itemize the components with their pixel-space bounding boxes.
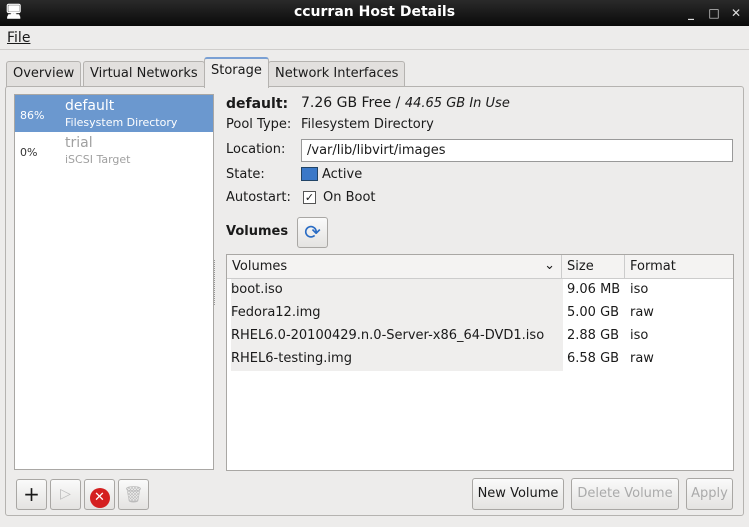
refresh-button[interactable]: ⟳ xyxy=(297,217,328,248)
tab-virtual-networks[interactable]: Virtual Networks xyxy=(83,61,205,87)
column-header-volumes[interactable]: Volumes ⌄ xyxy=(227,255,562,279)
pool-type: iSCSI Target xyxy=(65,153,131,166)
apply-button[interactable]: Apply xyxy=(686,478,733,510)
volume-name: boot.iso xyxy=(231,279,563,302)
state-value: Active xyxy=(322,167,363,182)
delete-pool-button[interactable]: 🗑 xyxy=(118,479,149,510)
tab-storage[interactable]: Storage xyxy=(204,57,269,88)
volume-name: RHEL6-testing.img xyxy=(231,348,563,371)
pool-name-label: default: xyxy=(226,96,289,112)
table-row[interactable]: boot.iso 9.06 MB iso xyxy=(227,279,733,302)
close-icon[interactable]: ✕ xyxy=(729,6,743,20)
add-pool-button[interactable]: + xyxy=(16,479,47,510)
plus-icon: + xyxy=(23,482,40,506)
pool-type-label: Pool Type: xyxy=(226,117,292,132)
pane-divider-handle[interactable] xyxy=(214,260,217,305)
autostart-label: Autostart: xyxy=(226,190,291,205)
volume-name: RHEL6.0-20100429.n.0-Server-x86_64-DVD1.… xyxy=(231,325,563,348)
pool-usage: 0% xyxy=(20,146,38,159)
refresh-icon: ⟳ xyxy=(304,220,321,244)
table-row[interactable]: Fedora12.img 5.00 GB raw xyxy=(227,302,733,325)
minimize-icon[interactable]: _ xyxy=(684,6,698,20)
volume-size: 2.88 GB xyxy=(567,328,620,343)
pool-item-default[interactable]: 86% default Filesystem Directory xyxy=(15,95,213,132)
stop-icon: ✕ xyxy=(89,488,110,508)
column-header-format[interactable]: Format xyxy=(625,255,733,279)
autostart-checkbox[interactable]: ✓ xyxy=(303,191,316,204)
volume-size: 5.00 GB xyxy=(567,305,620,320)
pool-type: Filesystem Directory xyxy=(65,116,178,129)
chevron-down-icon: ⌄ xyxy=(544,258,555,273)
volume-size: 6.58 GB xyxy=(567,351,620,366)
pool-item-trial[interactable]: 0% trial iSCSI Target xyxy=(15,132,213,169)
free-space: 7.26 GB Free xyxy=(301,95,392,111)
pool-summary: 7.26 GB Free / 44.65 GB In Use xyxy=(301,95,510,111)
maximize-icon[interactable]: □ xyxy=(707,6,721,20)
pool-type-value: Filesystem Directory xyxy=(301,117,434,132)
volumes-table: Volumes ⌄ Size Format boot.iso 9.06 MB iso F… xyxy=(226,254,734,471)
play-icon: ▷ xyxy=(60,486,71,502)
menu-bar: File xyxy=(0,26,749,50)
new-volume-button[interactable]: New Volume xyxy=(472,478,564,510)
volumes-heading: Volumes xyxy=(226,224,289,239)
volume-name: Fedora12.img xyxy=(231,302,563,325)
state-active-icon xyxy=(301,167,318,181)
table-row[interactable]: RHEL6-testing.img 6.58 GB raw xyxy=(227,348,733,371)
tab-network-interfaces[interactable]: Network Interfaces xyxy=(268,61,406,87)
location-label: Location: xyxy=(226,142,286,157)
column-label: Volumes xyxy=(232,259,288,274)
stop-pool-button[interactable]: ✕ xyxy=(84,479,115,510)
location-field[interactable]: /var/lib/libvirt/images xyxy=(301,139,733,162)
delete-volume-button[interactable]: Delete Volume xyxy=(571,478,679,510)
volume-format: raw xyxy=(630,351,654,366)
menu-file[interactable]: File xyxy=(7,30,30,46)
trash-icon: 🗑 xyxy=(123,485,144,504)
state-label: State: xyxy=(226,167,265,182)
window-title: ccurran Host Details xyxy=(293,4,456,20)
autostart-value: On Boot xyxy=(323,190,376,205)
tab-overview[interactable]: Overview xyxy=(6,61,82,87)
pool-usage: 86% xyxy=(20,109,45,122)
volume-format: iso xyxy=(630,282,649,297)
pool-list: 86% default Filesystem Directory 0% tria… xyxy=(14,94,214,470)
pool-name: trial xyxy=(65,135,93,151)
separator: / xyxy=(391,95,405,111)
volume-format: iso xyxy=(630,328,649,343)
table-row[interactable]: RHEL6.0-20100429.n.0-Server-x86_64-DVD1.… xyxy=(227,325,733,348)
start-pool-button[interactable]: ▷ xyxy=(50,479,81,510)
title-bar: 🖥 ccurran Host Details _ □ ✕ xyxy=(0,0,749,26)
in-use-space: 44.65 GB In Use xyxy=(404,96,510,111)
column-header-size[interactable]: Size xyxy=(562,255,625,279)
pool-name: default xyxy=(65,98,115,114)
volume-size: 9.06 MB xyxy=(567,282,621,297)
volume-format: raw xyxy=(630,305,654,320)
